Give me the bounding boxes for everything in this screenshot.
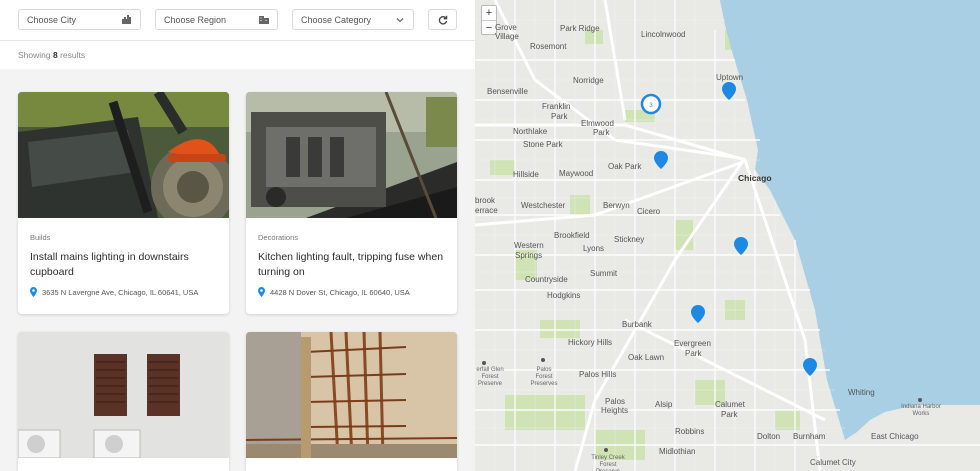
- map-label: Western: [514, 241, 544, 250]
- listing-category: Decorations: [258, 233, 299, 242]
- chevron-down-icon: [395, 15, 405, 25]
- listing-card[interactable]: Builds Install mains lighting in downsta…: [18, 92, 229, 314]
- map-label: Westchester: [521, 201, 566, 210]
- map-label: Dolton: [757, 432, 781, 441]
- refresh-button[interactable]: [428, 9, 457, 30]
- map-label: Springs: [515, 251, 543, 260]
- listing-address-text: 4428 N Dover St, Chicago, IL 60640, USA: [270, 287, 410, 297]
- map-label: Cicero: [637, 207, 661, 216]
- city-select[interactable]: Choose City: [18, 9, 141, 30]
- listing-card[interactable]: [246, 332, 457, 471]
- map-label: Stickney: [614, 235, 645, 244]
- listing-title[interactable]: Kitchen lighting fault, tripping fuse wh…: [258, 250, 445, 280]
- map-label: Norridge: [573, 76, 604, 85]
- map-label: Oak Lawn: [628, 353, 665, 362]
- building-icon: [259, 15, 269, 25]
- zoom-in-button[interactable]: +: [482, 6, 496, 20]
- map-label: errace: [475, 206, 498, 215]
- map-label: Countryside: [525, 275, 568, 284]
- map-label: Rosemont: [530, 42, 567, 51]
- region-select-label: Choose Region: [164, 14, 227, 25]
- map-label: Park: [593, 128, 610, 137]
- map-label: Lyons: [583, 244, 605, 253]
- map-label: Uptown: [716, 73, 744, 82]
- results-count: Showing 8 results: [0, 41, 475, 69]
- map-label: Maywood: [559, 169, 594, 178]
- map-label: Lincolnwood: [641, 30, 686, 39]
- map-poi-label: erfall Glen Forest Preserve: [476, 367, 504, 387]
- listing-card[interactable]: [18, 332, 229, 471]
- map-label: Park: [721, 410, 738, 419]
- category-select-label: Choose Category: [301, 14, 372, 25]
- listing-address: 4428 N Dover St, Chicago, IL 60640, USA: [258, 287, 445, 297]
- results-number: 8: [52, 50, 58, 60]
- listing-category: Builds: [30, 233, 51, 242]
- map-label: Summit: [590, 269, 618, 278]
- map-label: East Chicago: [871, 432, 919, 441]
- map-label: Elmwood: [581, 119, 614, 128]
- map-view[interactable]: 3 + − Grove Village Park Ridge Lincolnwo…: [475, 0, 980, 471]
- map-label: brook: [475, 196, 496, 205]
- location-pin-icon: [258, 287, 265, 297]
- listing-image: [246, 332, 457, 458]
- city-select-label: Choose City: [27, 14, 77, 25]
- map-label: Oak Park: [608, 162, 642, 171]
- map-label: Burnham: [793, 432, 826, 441]
- listing-image: [246, 92, 457, 218]
- map-label: Stone Park: [523, 140, 563, 149]
- map-label: Village: [495, 32, 519, 41]
- listing-card[interactable]: Decorations Kitchen lighting fault, trip…: [246, 92, 457, 314]
- map-label: Grove: [495, 23, 517, 32]
- map-label: Palos: [605, 397, 626, 406]
- map-label: Park: [685, 349, 702, 358]
- map-label: Burbank: [622, 320, 652, 329]
- map-label: Alsip: [655, 400, 673, 409]
- map-label: Hodgkins: [547, 291, 581, 300]
- map-label: Whiting: [848, 388, 875, 397]
- listing-address: 3635 N Lavergne Ave, Chicago, IL 60641, …: [30, 287, 217, 297]
- map-label: Park Ridge: [560, 24, 600, 33]
- map-label: Palos Hills: [579, 370, 617, 379]
- refresh-icon: [438, 15, 447, 25]
- listing-panel: Choose City Choose Region Choose Categor…: [0, 0, 475, 471]
- location-pin-icon: [30, 287, 37, 297]
- map-label: Park: [551, 112, 568, 121]
- city-icon: [122, 15, 132, 25]
- map-label: Berwyn: [603, 201, 630, 210]
- filter-bar: Choose City Choose Region Choose Categor…: [0, 0, 475, 41]
- map-label: Evergreen: [674, 339, 711, 348]
- listing-image: [18, 92, 229, 218]
- map-label: Hillside: [513, 170, 539, 179]
- map-label: Chicago: [738, 173, 772, 183]
- map-label: Northlake: [513, 127, 548, 136]
- map-label: Franklin: [542, 102, 571, 111]
- map-label: Heights: [601, 406, 629, 415]
- map-label: Hickory Hills: [568, 338, 612, 347]
- map-label: Calumet: [715, 400, 745, 409]
- results-prefix: Showing: [18, 50, 51, 60]
- map-label: Brookfield: [554, 231, 590, 240]
- listing-title[interactable]: Install mains lighting in downstairs cup…: [30, 250, 217, 280]
- results-suffix: results: [60, 50, 86, 60]
- map-label: Robbins: [675, 427, 705, 436]
- map-poi-label: Palos Forest Preserves: [530, 367, 558, 387]
- map-label: Midlothian: [659, 447, 696, 456]
- map-poi-label: Tinley Creek Forest Preserve: [591, 455, 625, 471]
- listing-address-text: 3635 N Lavergne Ave, Chicago, IL 60641, …: [42, 287, 199, 297]
- category-select[interactable]: Choose Category: [292, 9, 414, 30]
- map-label: Calumet City: [810, 458, 856, 467]
- region-select[interactable]: Choose Region: [155, 9, 278, 30]
- zoom-out-button[interactable]: −: [482, 20, 496, 34]
- map-poi-label: Indiana Harbor Works: [901, 404, 941, 417]
- map-label: Bensenville: [487, 87, 528, 96]
- listing-image: [18, 332, 229, 458]
